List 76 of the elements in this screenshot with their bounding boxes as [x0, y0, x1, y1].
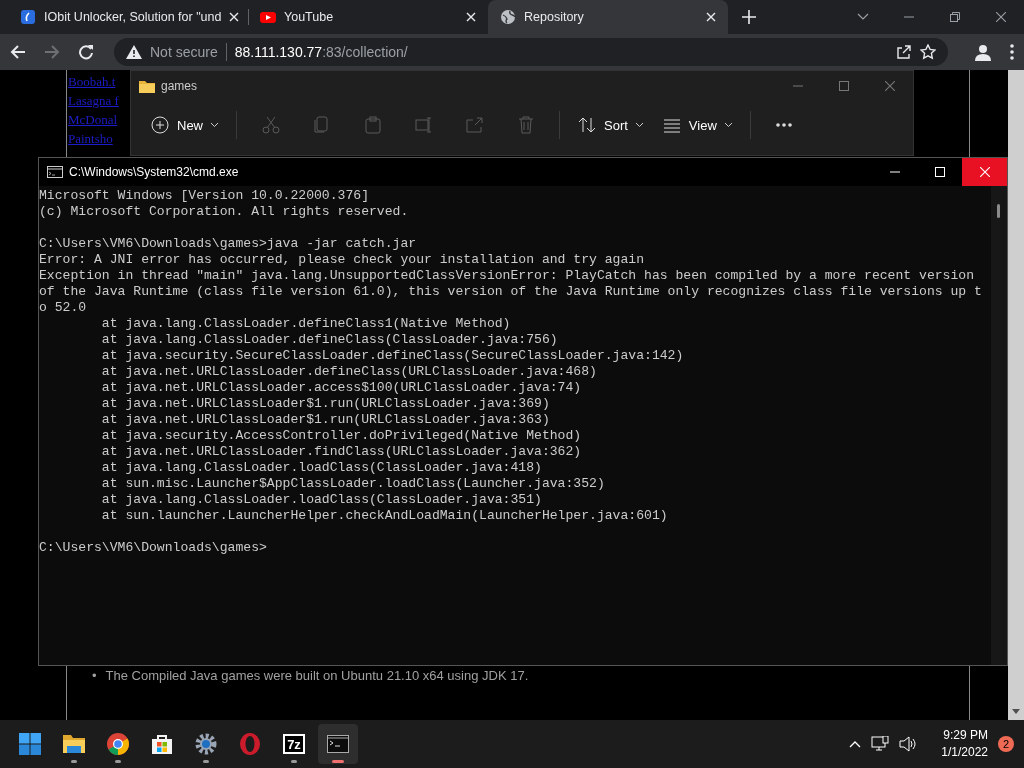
console-line: at sun.misc.Launcher$AppClassLoader.loadClass(Launcher.java:352) [100, 476, 606, 492]
star-icon[interactable] [920, 44, 936, 60]
console-line: at java.security.AccessController.doPrivileged(Native Method) [100, 428, 583, 444]
console-line: at java.lang.ClassLoader.loadClass(ClassLoader.java:351) [100, 492, 543, 508]
clock-date: 1/1/2022 [941, 744, 988, 761]
volume-icon[interactable] [899, 736, 918, 752]
security-label: Not secure [150, 44, 218, 60]
notification-badge[interactable]: 2 [998, 736, 1014, 752]
toolbar-button[interactable]: Sort [570, 108, 651, 142]
console-line: of the Java Runtime (class file version 61.0), this version of the Java Runtime only recognizes class file versions up t [39, 284, 983, 300]
clock[interactable]: 9:29 PM 1/1/2022 [941, 727, 988, 761]
clock-time: 9:29 PM [943, 727, 988, 744]
caret-icon [211, 123, 218, 127]
chevron-down-icon[interactable] [857, 13, 869, 21]
close-icon[interactable] [996, 12, 1006, 22]
console-line: at java.lang.ClassLoader.loadClass(ClassLoader.java:418) [100, 460, 543, 476]
browser-tab[interactable]: YouTube [248, 0, 488, 34]
network-icon[interactable] [871, 736, 890, 752]
taskbar-button[interactable]: 7z [274, 724, 314, 764]
restore-icon[interactable] [950, 12, 960, 22]
globe-icon [500, 9, 516, 25]
console-line: at java.net.URLClassLoader.findClass(URLClassLoader.java:362) [100, 444, 583, 460]
address-bar[interactable]: Not secure 88.111.130.77:83/collection/ [114, 38, 948, 66]
console-line: Exception in thread "main" java.lang.UnsupportedClassVersionError: PlayCatch has been compiled by a more recent version [39, 268, 976, 284]
chevron-up-icon[interactable] [849, 740, 862, 748]
menu-icon[interactable] [1010, 44, 1014, 60]
caret-icon [724, 123, 732, 127]
console-line: o 52.0 [39, 300, 88, 316]
gear-icon [195, 733, 217, 755]
app-logo-icon [20, 9, 36, 25]
console-line: Microsoft Windows [Version 10.0.22000.376] [39, 188, 371, 204]
console-line: at java.lang.ClassLoader.defineClass1(Native Method) [100, 316, 512, 332]
terminal-icon [327, 733, 349, 755]
scrollbar[interactable] [1008, 70, 1024, 720]
console-line: at java.net.URLClassLoader.access$100(URLClassLoader.java:74) [100, 380, 583, 396]
profile-icon[interactable] [974, 43, 992, 61]
console-line: C:\Users\VM6\Downloads\games> [39, 540, 268, 556]
folder-icon [63, 733, 85, 755]
console-line: at java.security.SecureClassLoader.defineClass(SecureClassLoader.java:142) [100, 348, 685, 364]
share-icon[interactable] [896, 44, 912, 60]
console-line: at java.net.URLClassLoader$1.run(URLClassLoader.java:369) [100, 396, 551, 412]
console-line: (c) Microsoft Corporation. All rights reserved. [39, 204, 410, 220]
store-bag-icon [151, 733, 173, 755]
tab-title[interactable]: Repository [524, 10, 698, 24]
console-line: C:\Users\VM6\Downloads\games>java -jar catch.jar [39, 236, 418, 252]
start-icon [19, 733, 41, 755]
console-line: at java.net.URLClassLoader$1.run(URLClassLoader.java:363) [100, 412, 551, 428]
console-line: at java.lang.ClassLoader.defineClass(ClassLoader.java:756) [100, 332, 559, 348]
warning-icon [126, 45, 142, 59]
toolbar-button[interactable]: New [143, 108, 226, 142]
window-title: C:\Windows\System32\cmd.exe [69, 165, 240, 179]
bullet-text: The Compiled Java games were built on Ubuntu 21.10 x64 using JDK 17. [105, 667, 529, 685]
new-tab-icon[interactable] [742, 10, 756, 24]
scrollbar[interactable] [991, 186, 1007, 665]
toolbar-button[interactable]: View [654, 108, 740, 142]
window-title: games [161, 79, 199, 93]
tab-title[interactable]: IObit Unlocker, Solution for "und [44, 10, 222, 24]
ring-logo-icon [239, 733, 261, 755]
scroll-down-icon[interactable] [1012, 709, 1020, 714]
taskbar-button[interactable] [318, 724, 358, 764]
reload-icon[interactable] [78, 44, 94, 60]
back-arrow-icon[interactable] [10, 44, 26, 60]
forward-arrow-icon[interactable] [44, 44, 60, 60]
browser-tab[interactable]: Repository [488, 0, 728, 34]
console-icon [47, 166, 63, 178]
url-text: 88.111.130.77:83/collection/ [234, 44, 409, 60]
browser-logo-icon [107, 733, 129, 755]
folder-icon [139, 79, 155, 93]
browser-tab[interactable]: IObit Unlocker, Solution for "und [8, 0, 248, 34]
console-line: at sun.launcher.LauncherHelper.checkAndLoadMain(LauncherHelper.java:601) [100, 508, 669, 524]
caret-icon [635, 123, 643, 127]
console-line: at java.net.URLClassLoader.defineClass(URLClassLoader.java:468) [100, 364, 598, 380]
bullet-marker: • [92, 667, 97, 685]
console-line: Error: A JNI error has occurred, please check your installation and try again [39, 252, 646, 268]
tab-title[interactable]: YouTube [284, 10, 458, 24]
play-logo-icon [260, 9, 276, 25]
